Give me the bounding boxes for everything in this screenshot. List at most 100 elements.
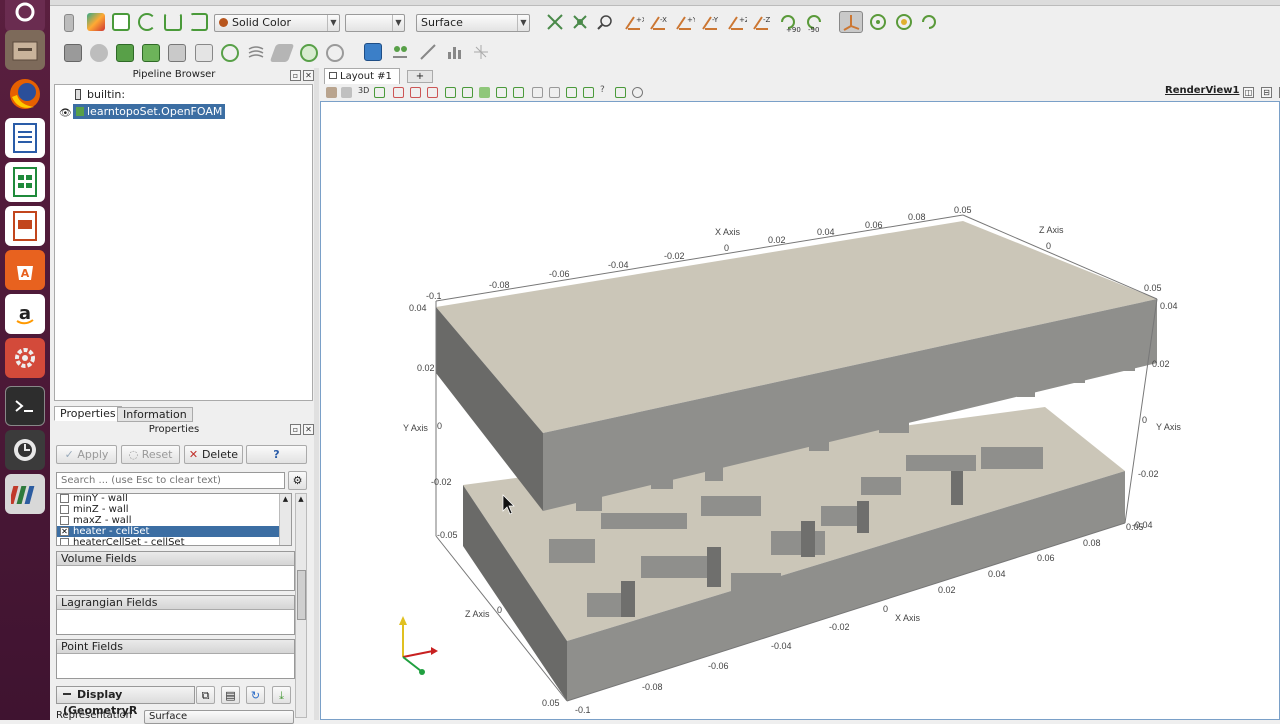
rescale-visible-icon[interactable] xyxy=(164,13,182,31)
extract-subset-icon[interactable] xyxy=(195,44,213,62)
view-plus-z-icon[interactable]: +Z xyxy=(727,13,750,31)
view-minus-x-icon[interactable]: -X xyxy=(649,13,667,31)
undock-icon[interactable]: ▫ xyxy=(290,70,301,81)
checkbox[interactable] xyxy=(60,494,69,503)
hover-cells-icon[interactable] xyxy=(549,87,560,98)
select-cells-on-icon[interactable] xyxy=(445,87,456,98)
capture-selection-icon[interactable] xyxy=(326,87,337,98)
lagrangian-fields-header[interactable]: Lagrangian Fields xyxy=(57,596,294,610)
slice-icon[interactable] xyxy=(142,44,160,62)
pipeline-root-item[interactable]: builtin: xyxy=(75,88,125,102)
select-cells-icon[interactable] xyxy=(393,87,404,98)
select-block-icon[interactable] xyxy=(496,87,507,98)
hover-points-icon[interactable] xyxy=(532,87,543,98)
representation-property-select[interactable]: Surface xyxy=(144,710,294,724)
zoom-to-box-icon[interactable] xyxy=(596,13,614,31)
view-minus-y-icon[interactable]: -Y xyxy=(701,13,719,31)
point-fields-header[interactable]: Point Fields xyxy=(57,640,294,654)
mesh-region-row[interactable]: minY - wall xyxy=(57,494,280,504)
group-datasets-icon[interactable] xyxy=(300,44,318,62)
stream-tracer-icon[interactable] xyxy=(247,44,265,62)
query-selection-icon[interactable]: ? xyxy=(600,85,605,95)
toggle-center-axes-icon[interactable] xyxy=(839,11,863,33)
files-icon[interactable] xyxy=(5,30,45,70)
software-center-icon[interactable]: A xyxy=(5,250,45,290)
eye-icon[interactable]: 👁 xyxy=(59,109,72,119)
warp-vector-icon[interactable] xyxy=(269,44,295,62)
mesh-region-row[interactable]: ✕ heater - cellSet xyxy=(57,526,280,537)
paraview-icon[interactable] xyxy=(5,474,45,514)
terminal-icon[interactable] xyxy=(5,386,45,426)
color-component-select[interactable]: ▼ xyxy=(345,14,405,32)
split-horizontal-icon[interactable]: ◫ xyxy=(1243,87,1254,98)
restore-defaults-icon[interactable]: ↻ xyxy=(246,686,265,704)
mesh-regions-list[interactable]: minY - wall minZ - wall maxZ - wall ✕ heater… xyxy=(56,493,292,546)
outer-scrollbar[interactable]: ▲ xyxy=(295,493,307,718)
rotation-center-icon[interactable] xyxy=(920,13,938,31)
delete-button[interactable]: ✕ Delete xyxy=(184,445,243,464)
scroll-up-icon[interactable]: ▲ xyxy=(296,494,306,504)
checkbox[interactable] xyxy=(60,505,69,514)
close-icon[interactable]: ✕ xyxy=(303,70,314,81)
tab-properties[interactable]: Properties xyxy=(54,406,122,421)
rescale-temporal-icon[interactable] xyxy=(190,13,208,31)
query-icon[interactable] xyxy=(391,43,409,61)
ubuntu-icon[interactable] xyxy=(5,0,45,32)
view-plus-x-icon[interactable]: +X xyxy=(624,13,647,31)
view-plus-y-icon[interactable]: +Y xyxy=(675,13,698,31)
axes-icon[interactable] xyxy=(472,43,490,61)
save-defaults-icon[interactable]: ⤓ xyxy=(272,686,291,704)
add-layout-tab-button[interactable]: + xyxy=(407,70,433,83)
mesh-region-row[interactable]: maxZ - wall xyxy=(57,515,280,526)
reset-camera-icon[interactable] xyxy=(546,13,564,31)
writer-icon[interactable] xyxy=(5,118,45,158)
render-view[interactable]: -0.1 -0.08 -0.06 -0.04 -0.02 0 0.02 0.04 0.06 0.0… xyxy=(320,101,1280,720)
split-vertical-icon[interactable]: ⊟ xyxy=(1261,87,1272,98)
edit-selection-icon[interactable] xyxy=(615,87,626,98)
select-frustum-icon[interactable] xyxy=(427,87,438,98)
color-by-select[interactable]: Solid Color ▼ xyxy=(214,14,340,32)
extract-level-icon[interactable] xyxy=(326,44,344,62)
pick-center-icon[interactable] xyxy=(895,13,913,31)
select-points-on-icon[interactable] xyxy=(462,87,473,98)
layout-tab[interactable]: Layout #1 ✕ xyxy=(324,68,400,97)
paste-properties-icon[interactable]: ▤ xyxy=(221,686,240,704)
pipeline-source-item[interactable]: learntopoSet.OpenFOAM xyxy=(73,104,226,119)
shrink-selection-icon[interactable] xyxy=(583,87,594,98)
mesh-region-row[interactable]: heaterCellSet - cellSet xyxy=(57,537,280,545)
color-legend-icon[interactable] xyxy=(87,13,105,31)
properties-search-input[interactable] xyxy=(56,472,285,489)
zoom-closest-icon[interactable] xyxy=(571,13,589,31)
rotate-minus90-icon[interactable]: -90 xyxy=(804,12,822,34)
reset-center-icon[interactable] xyxy=(869,13,887,31)
select-polygon-icon[interactable] xyxy=(479,87,490,98)
clip-icon[interactable] xyxy=(116,44,134,62)
clear-selection-icon[interactable] xyxy=(632,87,643,98)
apply-button[interactable]: ✓ Apply xyxy=(56,445,117,464)
restore-selection-icon[interactable] xyxy=(341,87,352,98)
threshold-icon[interactable] xyxy=(168,44,186,62)
checked-checkbox[interactable]: ✕ xyxy=(60,527,69,536)
interactive-select-icon[interactable] xyxy=(513,87,524,98)
advanced-properties-gear-icon[interactable]: ⚙ xyxy=(288,471,307,490)
list-scrollbar[interactable]: ▲ xyxy=(279,494,291,545)
rescale-range-icon[interactable] xyxy=(112,13,130,31)
impress-icon[interactable] xyxy=(5,206,45,246)
mesh-region-row[interactable]: minZ - wall xyxy=(57,504,280,515)
rescale-custom-icon[interactable] xyxy=(138,13,156,31)
contour-icon[interactable] xyxy=(90,44,108,62)
close-icon[interactable]: ✕ xyxy=(303,424,314,435)
calc-icon[interactable] xyxy=(5,162,45,202)
select-points-icon[interactable] xyxy=(410,87,421,98)
display-group-header[interactable]: Display (GeometryR xyxy=(56,686,195,717)
amazon-icon[interactable]: a xyxy=(5,294,45,334)
settings-icon[interactable] xyxy=(5,338,45,378)
grow-selection-icon[interactable] xyxy=(566,87,577,98)
tab-information[interactable]: Information xyxy=(117,407,193,422)
histogram-icon[interactable] xyxy=(446,43,464,61)
volume-fields-header[interactable]: Volume Fields xyxy=(57,552,294,566)
checkbox[interactable] xyxy=(60,538,69,545)
glyph-icon[interactable] xyxy=(221,44,239,62)
reset-session-icon[interactable] xyxy=(64,14,74,32)
toggle-3d-button[interactable]: 3D xyxy=(358,86,369,95)
